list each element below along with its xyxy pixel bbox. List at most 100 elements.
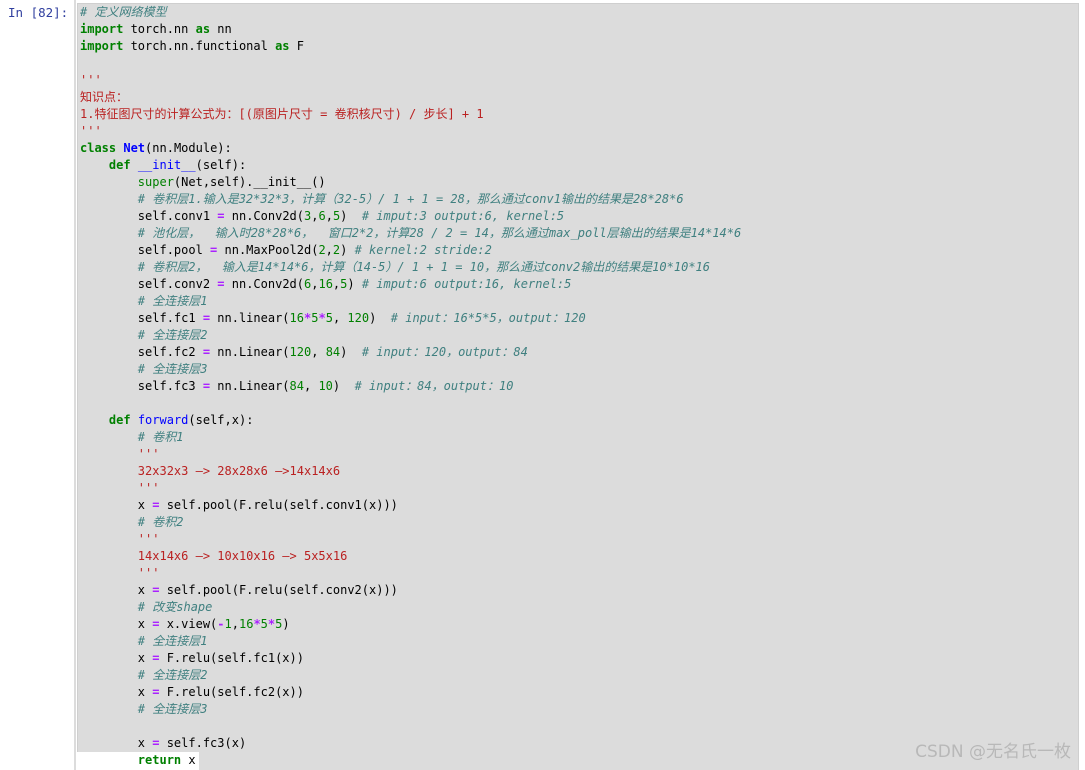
code-token: 16 [238, 617, 254, 631]
code-token: self.fc2 [80, 345, 203, 359]
code-line: ''' [80, 123, 741, 140]
code-line: import torch.nn as nn [80, 21, 741, 38]
code-line: # 卷积层1.输入是32*32*3，计算（32-5）/ 1 + 1 = 28，那… [80, 191, 741, 208]
code-token: # imput:6 output:16, kernel:5 [361, 277, 572, 291]
code-line: self.fc2 = nn.Linear(120, 84) # input：12… [80, 344, 741, 361]
code-token: 16 [318, 277, 333, 291]
code-token: , [325, 209, 333, 223]
code-token: , [231, 617, 239, 631]
code-line: 32x32x3 —> 28x28x6 —>14x14x6 [80, 463, 741, 480]
code-token: self.pool(F.relu(self.conv1(x))) [159, 498, 398, 512]
code-token: # 卷积层1.输入是32*32*3，计算（32-5）/ 1 + 1 = 28，那… [137, 192, 684, 206]
code-token: # 全连接层1 [137, 294, 208, 308]
code-token: Net [123, 141, 146, 155]
code-line: x = x.view(-1,16*5*5) [80, 616, 741, 633]
code-token: self.fc3 [80, 379, 203, 393]
code-line: x = F.relu(self.fc2(x)) [80, 684, 741, 701]
code-token: ) [340, 209, 362, 223]
code-editor[interactable]: # 定义网络模型 import torch.nn as nn import torc… [80, 4, 741, 752]
code-token: 84 [325, 345, 341, 359]
code-token: ''' [80, 124, 102, 138]
code-token: x [80, 736, 153, 750]
code-token: def [108, 158, 131, 172]
code-token: 84 [289, 379, 304, 393]
code-token: self.pool [80, 243, 211, 257]
code-token: 5 [260, 617, 268, 631]
code-token: = [217, 277, 225, 291]
code-token: nn.linear( [210, 311, 290, 325]
code-line: ''' [80, 446, 741, 463]
code-token: return [137, 753, 182, 767]
code-line: ''' [80, 565, 741, 582]
code-token: # 全连接层2 [137, 328, 208, 342]
code-line: self.pool = nn.MaxPool2d(2,2) # kernel:2… [80, 242, 741, 259]
code-token: ) [332, 379, 355, 393]
code-token: # 改变shape [137, 600, 213, 614]
code-token: # 全连接层3 [137, 702, 208, 716]
code-line: # 卷积层2， 输入是14*14*6，计算（14-5）/ 1 + 1 = 10，… [80, 259, 741, 276]
code-line: ''' [80, 531, 741, 548]
code-token: 6 [318, 209, 326, 223]
code-token: x [80, 651, 153, 665]
code-line: def __init__(self): [80, 157, 741, 174]
code-line: x = F.relu(self.fc1(x)) [80, 650, 741, 667]
cell-selection-bar [74, 0, 76, 770]
code-line: super(Net,self).__init__() [80, 174, 741, 191]
code-token: 知识点： [80, 90, 129, 104]
code-token: = [202, 379, 211, 393]
code-token: nn.Linear( [210, 379, 290, 393]
code-token: def [108, 413, 131, 427]
code-token: # 卷积1 [137, 430, 184, 444]
code-token: import [80, 39, 124, 53]
code-token: # 卷积2 [137, 515, 184, 529]
code-token: # 全连接层3 [137, 362, 208, 376]
code-token: # 池化层， 输入时28*28*6， 窗口2*2，计算28 / 2 = 14，那… [137, 226, 742, 240]
code-line: # 全连接层1 [80, 633, 741, 650]
code-token: self.fc3(x) [159, 736, 247, 750]
code-line: # 全连接层3 [80, 701, 741, 718]
code-line: return x [80, 752, 196, 769]
code-token: ) [347, 277, 362, 291]
code-token: import [80, 22, 124, 36]
code-line: 1.特征图尺寸的计算公式为：[(原图片尺寸 = 卷积核尺寸) / 步长] + 1 [80, 106, 741, 123]
code-line: self.conv1 = nn.Conv2d(3,6,5) # imput:3 … [80, 208, 741, 225]
code-token: self.conv2 [80, 277, 218, 291]
code-token: # input：16*5*5，output：120 [390, 311, 586, 325]
code-token: torch.nn [123, 22, 196, 36]
code-token: ) [340, 243, 355, 257]
code-line: # 卷积1 [80, 429, 741, 446]
cell-prompt: In [82]: [8, 5, 69, 20]
code-token: forward [137, 413, 189, 427]
code-line: # 池化层， 输入时28*28*6， 窗口2*2，计算28 / 2 = 14，那… [80, 225, 741, 242]
code-token: 32x32x3 —> 28x28x6 —>14x14x6 [137, 464, 341, 478]
code-line: # 卷积2 [80, 514, 741, 531]
code-token: 2 [318, 243, 326, 257]
code-token: ) [282, 617, 290, 631]
code-token: # 全连接层2 [137, 668, 208, 682]
code-line: self.fc3 = nn.Linear(84, 10) # input：84，… [80, 378, 741, 395]
code-token: nn.Conv2d( [224, 277, 304, 291]
code-token: # imput:3 output:6, kernel:5 [361, 209, 565, 223]
code-line: # 改变shape [80, 599, 741, 616]
code-token: # 全连接层1 [137, 634, 208, 648]
code-token: x [80, 498, 153, 512]
code-token: ''' [137, 566, 160, 580]
code-line: import torch.nn.functional as F [80, 38, 741, 55]
code-token: 1.特征图尺寸的计算公式为：[(原图片尺寸 = 卷积核尺寸) / 步长] + 1 [80, 107, 484, 121]
code-token: as [195, 22, 211, 36]
